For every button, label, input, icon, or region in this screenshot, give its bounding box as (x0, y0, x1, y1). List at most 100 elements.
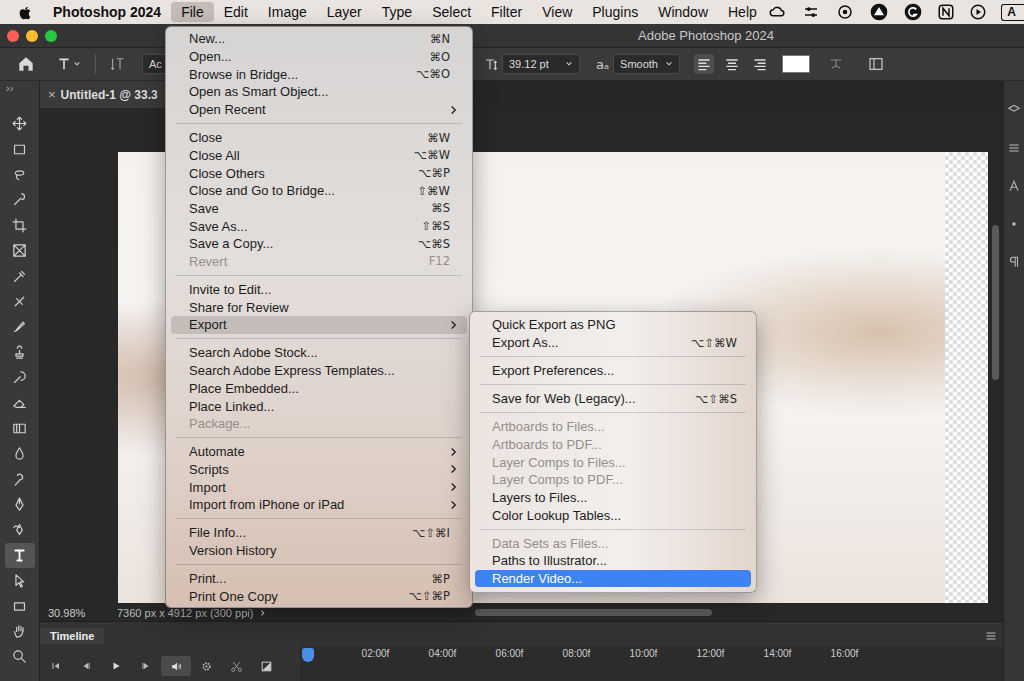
menu-item[interactable]: Place Linked... (171, 397, 467, 415)
menu-item[interactable]: Export Preferences... (475, 362, 751, 380)
menu-bar-item[interactable]: Window (648, 2, 718, 22)
tool-button[interactable] (5, 492, 35, 517)
menu-item[interactable]: Export As...⌥⇧⌘W (475, 334, 751, 352)
menu-bar-item[interactable]: Select (422, 2, 481, 22)
menu-item[interactable]: Layer Comps to Files... (475, 453, 751, 471)
tool-button[interactable] (5, 466, 35, 491)
transition-button[interactable] (251, 656, 281, 676)
menu-bar-item[interactable]: Image (258, 2, 317, 22)
horizontal-scrollbar[interactable] (475, 609, 712, 616)
close-button[interactable] (7, 30, 19, 42)
zoom-button[interactable] (45, 30, 57, 42)
menu-item[interactable]: File Info...⌥⇧⌘I (171, 524, 467, 542)
menu-item[interactable]: Save As...⇧⌘S (171, 217, 467, 235)
menu-bar-item[interactable]: Edit (214, 2, 258, 22)
tool-button[interactable] (5, 543, 35, 568)
tab-close-button[interactable]: × (48, 87, 56, 102)
next-frame-button[interactable] (131, 656, 161, 676)
panel-menu-icon[interactable] (985, 630, 997, 642)
tool-button[interactable] (5, 593, 35, 618)
menu-item[interactable]: Render Video... (475, 570, 751, 588)
menu-item[interactable]: Quick Export as PNG (475, 316, 751, 334)
menu-item[interactable]: Import (171, 478, 467, 496)
tool-button[interactable] (5, 644, 35, 669)
menu-bar-item[interactable]: View (532, 2, 582, 22)
menu-bar-item[interactable]: Plugins (582, 2, 648, 22)
menu-item[interactable]: Close All⌥⌘W (171, 147, 467, 165)
tool-preset-picker[interactable] (56, 55, 81, 73)
menu-item[interactable]: Open as Smart Object... (171, 83, 467, 101)
previous-frame-button[interactable] (71, 656, 101, 676)
tool-button[interactable] (5, 111, 35, 136)
menu-item[interactable]: Package... (171, 415, 467, 433)
scroll-thumb[interactable] (992, 225, 999, 380)
panel-button[interactable] (1007, 103, 1021, 117)
audio-button[interactable] (161, 656, 191, 676)
collapse-toggle[interactable]: ›› (0, 81, 13, 111)
tool-button[interactable] (5, 416, 35, 441)
align-button[interactable] (694, 54, 714, 74)
menu-item[interactable]: Print One Copy⌥⇧⌘P (171, 588, 467, 606)
menu-item[interactable]: Version History (171, 542, 467, 560)
document-tab[interactable]: ×Untitled-1 @ 33.3 (40, 81, 172, 108)
tool-button[interactable] (5, 162, 35, 187)
split-button[interactable] (221, 656, 251, 676)
play-icon[interactable] (969, 3, 987, 21)
menu-item[interactable]: Automate (171, 443, 467, 461)
menu-item[interactable]: Scripts (171, 461, 467, 479)
sliders-icon[interactable] (801, 3, 821, 21)
menu-item[interactable]: Open Recent (171, 101, 467, 119)
first-frame-button[interactable] (41, 656, 71, 676)
text-orientation-icon[interactable] (110, 56, 126, 72)
menu-item[interactable]: Paths to Illustrator... (475, 552, 751, 570)
home-icon[interactable] (16, 54, 36, 74)
tool-button[interactable] (5, 390, 35, 415)
tool-button[interactable] (5, 340, 35, 365)
menu-item[interactable]: Search Adobe Express Templates... (171, 362, 467, 380)
menu-item[interactable]: Layer Comps to PDF... (475, 471, 751, 489)
tool-button[interactable] (5, 314, 35, 339)
menu-item[interactable]: Save for Web (Legacy)...⌥⇧⌘S (475, 390, 751, 408)
menu-item[interactable]: RevertF12 (171, 253, 467, 271)
menu-item[interactable]: Layers to Files... (475, 489, 751, 507)
antialias-dropdown[interactable]: Smooth (613, 54, 680, 74)
character-panel-icon[interactable] (868, 56, 884, 72)
menu-item[interactable]: Import from iPhone or iPad (171, 496, 467, 514)
zoom-level[interactable]: 30.98% (48, 607, 110, 619)
chevron-right-icon[interactable] (259, 609, 267, 617)
menu-item[interactable]: Search Adobe Stock... (171, 344, 467, 362)
creative-cloud-icon[interactable] (767, 3, 787, 21)
tool-button[interactable] (5, 136, 35, 161)
font-size-field[interactable]: 39.12 pt (502, 54, 580, 74)
grammar-icon[interactable] (903, 2, 923, 22)
drive-icon[interactable] (869, 2, 889, 22)
menu-item[interactable]: Open...⌘O (171, 48, 467, 66)
tool-button[interactable] (5, 568, 35, 593)
menu-item[interactable]: Artboards to PDF... (475, 436, 751, 454)
tool-button[interactable] (5, 213, 35, 238)
tool-button[interactable] (5, 263, 35, 288)
warp-text-icon[interactable] (828, 56, 844, 72)
menu-bar-item[interactable]: Type (372, 2, 422, 22)
menu-item[interactable]: Color Lookup Tables... (475, 506, 751, 524)
menu-item[interactable]: Data Sets as Files... (475, 534, 751, 552)
text-color-swatch[interactable] (782, 55, 810, 73)
menu-item[interactable]: Close and Go to Bridge...⇧⌘W (171, 182, 467, 200)
sync-icon[interactable] (835, 3, 855, 21)
tool-button[interactable] (5, 365, 35, 390)
panel-button[interactable] (1007, 141, 1021, 155)
align-button[interactable] (750, 54, 770, 74)
tool-button[interactable] (5, 517, 35, 542)
menu-item[interactable]: Place Embedded... (171, 380, 467, 398)
menu-item[interactable]: Export (171, 316, 467, 334)
tool-button[interactable] (5, 619, 35, 644)
menu-item[interactable]: New...⌘N (171, 30, 467, 48)
menu-item[interactable]: Close Others⌥⌘P (171, 164, 467, 182)
menu-item[interactable]: Share for Review (171, 298, 467, 316)
timeline-tab[interactable]: Timeline (40, 628, 104, 644)
panel-button[interactable] (1007, 217, 1021, 231)
play-button[interactable] (101, 656, 131, 676)
timeline-ruler[interactable]: 02:00f04:00f06:00f08:00f10:00f12:00f14:0… (300, 646, 1003, 681)
tool-button[interactable] (5, 238, 35, 263)
tool-button[interactable] (5, 187, 35, 212)
